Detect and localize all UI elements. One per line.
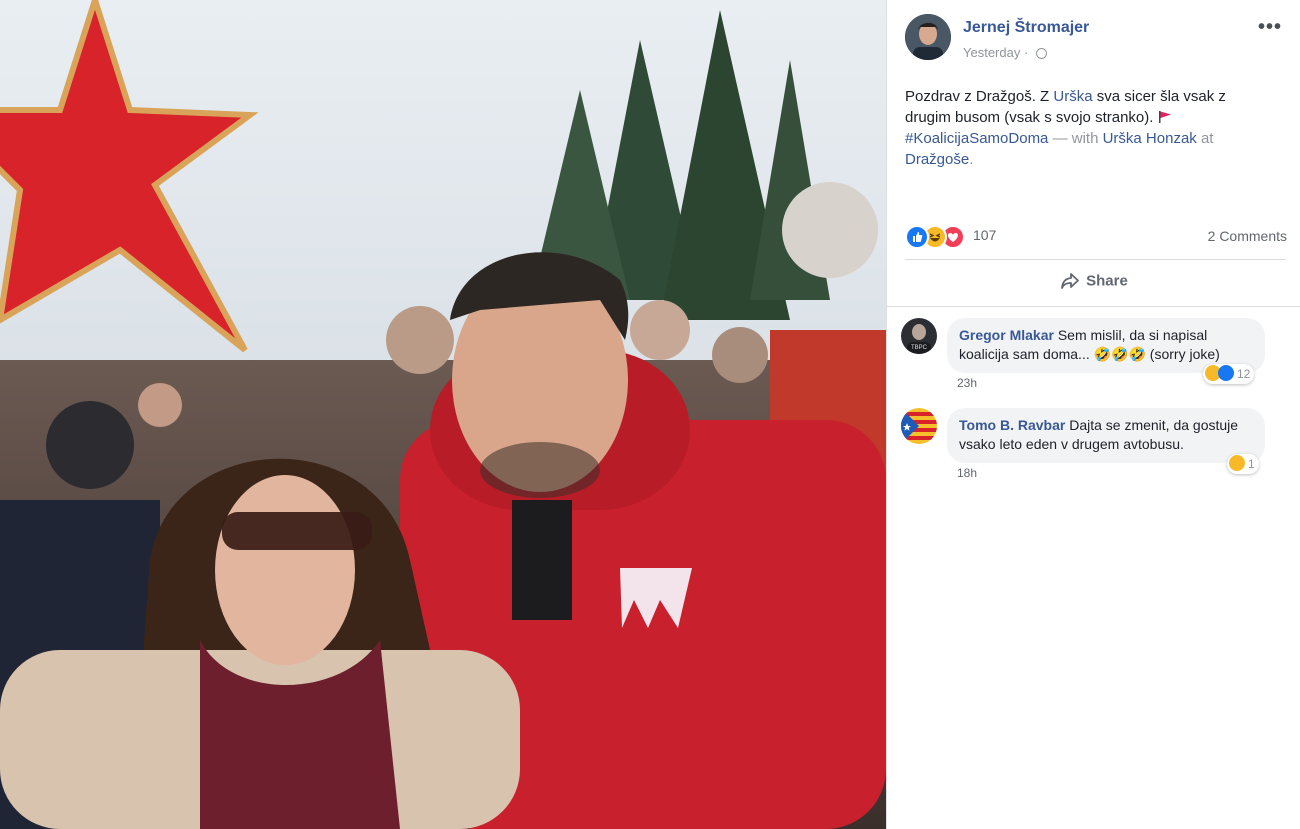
share-button[interactable]: Share [887, 272, 1300, 296]
comment-time[interactable]: 23h [957, 376, 977, 390]
share-label: Share [1086, 272, 1128, 290]
comment-bubble: Tomo B. Ravbar Dajta se zmenit, da gostu… [947, 408, 1265, 463]
red-flag-icon [1158, 111, 1171, 123]
hashtag-link[interactable]: #KoalicijaSamoDoma [905, 130, 1048, 147]
post-text-part: Pozdrav z Dražgoš. Z [905, 88, 1054, 105]
post-text-end: . [969, 151, 974, 168]
post-timestamp[interactable]: Yesterday [963, 45, 1020, 60]
divider [905, 259, 1286, 260]
commenter-avatar[interactable] [901, 408, 937, 444]
reactions-count[interactable]: 107 [973, 227, 996, 243]
tagged-person-link[interactable]: Urška Honzak [1103, 130, 1197, 147]
like-icon[interactable] [905, 225, 929, 249]
svg-text:TBPC: TBPC [911, 345, 928, 351]
comment-item: Tomo B. Ravbar Dajta se zmenit, da gostu… [901, 408, 1291, 488]
comments-divider [887, 306, 1300, 307]
avatar-illustration [905, 14, 951, 60]
comment-reactions[interactable]: 1 [1227, 454, 1259, 474]
at-text: at [1196, 130, 1214, 147]
post-header: Jernej Štromajer Yesterday · ••• [905, 14, 1286, 64]
comment-reaction-count: 1 [1248, 457, 1255, 471]
commenter-name[interactable]: Tomo B. Ravbar [959, 417, 1065, 433]
more-options-icon[interactable]: ••• [1258, 16, 1282, 39]
comment-time[interactable]: 18h [957, 466, 977, 480]
globe-icon [1035, 48, 1047, 59]
location-link[interactable]: Dražgoše [905, 151, 969, 168]
photo-illustration [0, 0, 886, 829]
haha-icon [1229, 455, 1245, 471]
comment-reactions[interactable]: 12 [1203, 364, 1255, 384]
comment-reaction-count: 12 [1237, 367, 1251, 381]
author-name[interactable]: Jernej Štromajer [963, 19, 1089, 37]
comments-count[interactable]: 2 Comments [1208, 228, 1287, 244]
comment-item: TBPC Gregor Mlakar Sem mislil, da si nap… [901, 318, 1291, 398]
author-avatar[interactable] [905, 14, 951, 60]
post-meta: Yesterday · [963, 45, 1047, 60]
share-icon [1061, 273, 1080, 289]
commenter-name[interactable]: Gregor Mlakar [959, 327, 1054, 343]
post-text: Pozdrav z Dražgoš. Z Urška sva sicer šla… [905, 86, 1275, 170]
post-panel: Jernej Štromajer Yesterday · ••• Pozdrav… [886, 0, 1300, 829]
reactions-bar: 107 2 Comments [905, 224, 1287, 249]
with-text: — with [1048, 130, 1103, 147]
mention-link[interactable]: Urška [1053, 88, 1092, 105]
like-icon [1218, 365, 1234, 381]
commenter-avatar[interactable]: TBPC [901, 318, 937, 354]
post-photo[interactable] [0, 0, 886, 829]
